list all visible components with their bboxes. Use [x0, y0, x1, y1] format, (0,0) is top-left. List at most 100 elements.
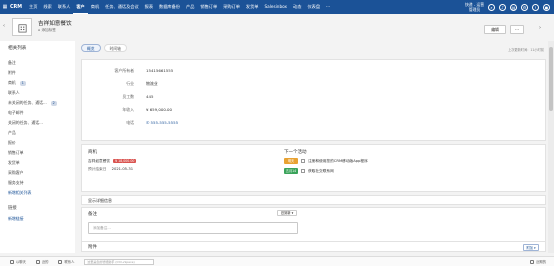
add-link[interactable]: 新增链接: [8, 214, 72, 224]
field-row: 电话 ✆ 555-555-5555: [82, 118, 547, 128]
page-scrollbar[interactable]: [548, 41, 554, 253]
nav-tab-feeds[interactable]: 动态: [290, 0, 304, 14]
add-tag-link[interactable]: ⌂ 添加标签: [38, 28, 56, 33]
deal-amount-badge: ¥ 18,000.00: [113, 159, 137, 163]
nav-tab-home[interactable]: 主页: [26, 0, 40, 14]
activity-checkbox[interactable]: [301, 159, 305, 163]
nav-tab-leads[interactable]: 线索: [40, 0, 54, 14]
utility-chat[interactable]: 以聊天: [10, 259, 26, 264]
key-fields-card: 客户所有者 15415661555 行业 物流业 员工数 445 年收入 ¥ 6…: [81, 59, 546, 141]
nav-tab-purchase-orders[interactable]: 采购订单: [220, 0, 243, 14]
nav-tab-activities[interactable]: 任务、通话及会议: [102, 0, 142, 14]
related-item-notes[interactable]: 备注: [8, 58, 72, 68]
show-details-link[interactable]: 显示详细信息: [88, 198, 112, 204]
record-detail-main: 概览 时间轴 上次更新时间：11小时前 客户所有者 15415661555 行业…: [81, 41, 546, 253]
related-item-products[interactable]: 产品: [8, 128, 72, 138]
scrollbar-thumb[interactable]: [549, 47, 553, 111]
field-label: 行业: [126, 81, 134, 86]
related-item-quotes[interactable]: 报价: [8, 138, 72, 148]
phone-icon: ✆: [146, 120, 150, 125]
more-actions-button[interactable]: ···: [510, 25, 524, 34]
attachments-card: 附件 附加 ▾: [81, 241, 546, 252]
related-item-contacts[interactable]: 联系人: [8, 88, 72, 98]
deal-name-row[interactable]: 吉祥如意餐饮 ¥ 18,000.00: [88, 159, 137, 164]
activity-item[interactable]: 五月14 获取社交联系网: [284, 168, 334, 174]
show-details-bar[interactable]: 显示详细信息: [81, 195, 546, 205]
activity-item[interactable]: 明天 注册和使用您的CRM移动版App程序: [284, 158, 368, 164]
avatar[interactable]: ●: [543, 3, 550, 11]
related-item-label: 联系人: [8, 90, 20, 95]
add-note-input[interactable]: 添加备注...: [88, 222, 298, 234]
next-record-icon[interactable]: ›: [539, 25, 541, 31]
activity-checkbox[interactable]: [301, 169, 305, 173]
attach-dropdown-button[interactable]: 附加 ▾: [523, 244, 539, 251]
chat-icon: [10, 259, 14, 264]
nav-tab-reports[interactable]: 报表: [142, 0, 156, 14]
calendar-icon[interactable]: ▤: [510, 3, 517, 11]
phone-link[interactable]: ✆ 555-555-5555: [146, 118, 178, 128]
notes-title: 备注: [88, 212, 97, 217]
related-item-attachments[interactable]: 附件: [8, 68, 72, 78]
related-item-sales-orders[interactable]: 销售订单: [8, 148, 72, 158]
nav-tab-invoices[interactable]: 发货单: [243, 0, 262, 14]
history-icon: [530, 259, 535, 264]
related-list-header: 相关列表: [8, 45, 26, 51]
nav-tab-accounts[interactable]: 客户: [73, 0, 88, 14]
utility-recent[interactable]: 近的: [35, 259, 49, 264]
notes-sort-dropdown[interactable]: 旧到新 ▾: [277, 210, 297, 216]
field-label: 员工数: [122, 94, 134, 99]
deal-closing-date-row: 预计结束日 2021-05-31: [88, 167, 133, 172]
related-item-label: 商机: [8, 80, 16, 85]
closing-date-value: 2021-05-31: [111, 167, 134, 171]
field-value[interactable]: 445: [146, 92, 153, 102]
app-name[interactable]: CRM: [10, 5, 22, 10]
related-item-closed-activities[interactable]: 关闭的任务、通话...: [8, 118, 72, 128]
count-badge: 2: [50, 100, 57, 106]
utility-label: 近的: [41, 260, 49, 264]
related-item-purchase-customers[interactable]: 采购客户: [8, 168, 72, 178]
notification-icon[interactable]: ♪: [499, 3, 506, 11]
back-arrow-icon[interactable]: ‹: [3, 23, 5, 29]
related-item-label: 备注: [8, 60, 16, 65]
field-value[interactable]: 物流业: [146, 79, 158, 89]
related-item-open-activities[interactable]: 未关闭的任务、通话... 2: [8, 98, 72, 108]
related-item-emails[interactable]: 电子邮件: [8, 108, 72, 118]
bottom-utility-bar: 以聊天 近的 联系人 这里是您的智能助手 (Ctrl+Space) 近期的: [0, 256, 554, 266]
related-item-deals[interactable]: 商机 1: [8, 78, 72, 88]
top-right-tools: 快递 - 运营 管理员 ⌕ ♪ ▤ ⚙ ⁞ ●: [465, 2, 550, 12]
nav-more-icon[interactable]: ···: [323, 0, 333, 14]
next-activity-title: 下一个活动: [284, 150, 307, 155]
edit-button[interactable]: 编辑: [484, 25, 506, 34]
related-item-label: 服务支持: [8, 180, 24, 185]
related-item-label: 新增相关列表: [8, 190, 32, 195]
search-icon[interactable]: ⌕: [488, 3, 495, 11]
tab-timeline[interactable]: 时间轴: [103, 44, 127, 52]
closing-date-label: 预计结束日: [88, 167, 107, 171]
related-list-items: 备注 附件 商机 1 联系人 未关闭的任务、通话... 2 电子邮件 关闭的任务、通…: [8, 58, 72, 224]
settings-icon[interactable]: ⚙: [521, 3, 528, 11]
nav-tab-backup[interactable]: 数据库备份: [156, 0, 183, 14]
user-info[interactable]: 快递 - 运营 管理员: [465, 2, 484, 12]
links-section-title: 链接: [8, 206, 17, 211]
activity-due-badge: 五月14: [284, 168, 298, 174]
related-item-cases[interactable]: 服务支持: [8, 178, 72, 188]
nav-tab-contacts[interactable]: 联系人: [55, 0, 74, 14]
nav-tab-deals[interactable]: 商机: [88, 0, 102, 14]
nav-tab-salesinbox[interactable]: Salesinbox: [262, 0, 291, 14]
add-related-list-link[interactable]: 新增相关列表: [8, 188, 72, 198]
related-list-sidebar: 相关列表 备注 附件 商机 1 联系人 未关闭的任务、通话... 2 电子邮件 关闭…: [0, 41, 75, 253]
field-value[interactable]: ¥ 659,000.00: [146, 105, 172, 115]
utility-recent-items[interactable]: 近期的: [530, 259, 546, 264]
app-grid-icon[interactable]: ▦: [0, 4, 10, 10]
tab-overview[interactable]: 概览: [81, 44, 101, 52]
utility-label: 联系人: [64, 260, 75, 264]
field-label: 客户所有者: [114, 68, 134, 73]
utility-contacts[interactable]: 联系人: [58, 259, 74, 264]
apps-icon[interactable]: ⁞: [532, 3, 539, 11]
nav-tab-products[interactable]: 产品: [183, 0, 197, 14]
nav-tab-dashboards[interactable]: 仪表盘: [304, 0, 323, 14]
field-value[interactable]: 15415661555: [146, 66, 173, 76]
related-item-invoices[interactable]: 发货单: [8, 158, 72, 168]
assistant-input[interactable]: 这里是您的智能助手 (Ctrl+Space): [84, 258, 155, 265]
nav-tab-sales-orders[interactable]: 销售订单: [197, 0, 220, 14]
